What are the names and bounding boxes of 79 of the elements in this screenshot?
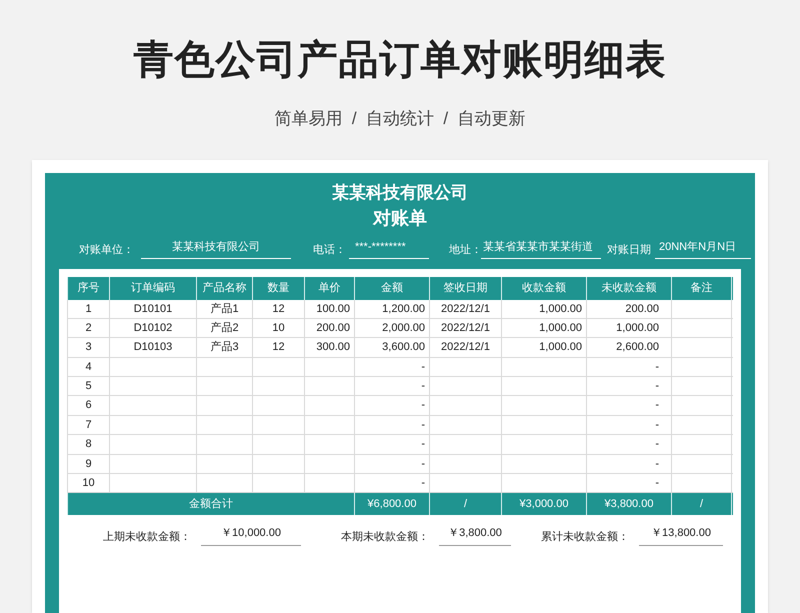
table-cell: 2022/12/1 [430, 318, 502, 338]
column-header: 订单编码 [110, 276, 197, 300]
field-label: 对账日期 [607, 243, 651, 258]
summary-value: ￥3,800.00 [439, 525, 511, 546]
summary-label: 累计未收款金额： [541, 530, 629, 546]
table-cell: 7 [68, 416, 110, 435]
table-cell: 2,600.00 [587, 338, 672, 358]
column-header: 数量 [253, 276, 305, 300]
table-cell: 产品1 [197, 300, 253, 318]
table-cell: 2 [68, 318, 110, 338]
table-cell: - [355, 396, 430, 416]
table-cell: 1,200.00 [355, 300, 430, 318]
table-cell: 3 [68, 338, 110, 358]
table-cell: 6 [68, 396, 110, 416]
field-value: 某某科技有限公司 [141, 239, 291, 258]
field-label: 对账单位： [78, 243, 135, 258]
table-cell: 12 [253, 338, 305, 358]
table-cell: D10103 [110, 338, 197, 358]
summary-value: ￥13,800.00 [639, 525, 723, 546]
column-header: 序号 [68, 276, 110, 300]
table-cell: 2022/12/1 [430, 300, 502, 318]
table-cell: - [587, 396, 672, 416]
table-cell: 3,600.00 [355, 338, 430, 358]
column-header: 金额 [355, 276, 430, 300]
table-cell: - [587, 454, 672, 474]
summary-value: ￥10,000.00 [201, 525, 301, 546]
total-cell: / [430, 493, 502, 516]
field-label: 电话： [313, 243, 347, 258]
table-cell: 300.00 [305, 338, 355, 358]
table-cell: - [587, 358, 672, 377]
table-cell: 10 [253, 318, 305, 338]
company-name: 某某科技有限公司 [332, 182, 468, 204]
table-cell: 产品2 [197, 318, 253, 338]
table-cell: - [355, 377, 430, 396]
table-cell: 1 [68, 300, 110, 318]
table-cell: 4 [68, 358, 110, 377]
table-cell: - [355, 435, 430, 454]
table-cell: 12 [253, 300, 305, 318]
field-value: 20NN年N月N日 [655, 239, 751, 258]
column-header: 单价 [305, 276, 355, 300]
field-value: 某某省某某市某某街道 [481, 239, 601, 258]
total-cell: ¥3,000.00 [502, 493, 587, 516]
table-cell: - [587, 435, 672, 454]
table-cell: - [355, 454, 430, 474]
field-value: ***-******** [349, 239, 429, 258]
column-header: 签收日期 [430, 276, 502, 300]
table-cell: 5 [68, 377, 110, 396]
table-cell: 100.00 [305, 300, 355, 318]
table-cell: - [355, 358, 430, 377]
table-cell: - [587, 377, 672, 396]
table-cell: 1,000.00 [502, 318, 587, 338]
table-cell: D10102 [110, 318, 197, 338]
table-cell: 200.00 [587, 300, 672, 318]
table-cell: 2022/12/1 [430, 338, 502, 358]
page-title: 青色公司产品订单对账明细表 [134, 37, 666, 84]
column-header: 未收款金额 [587, 276, 672, 300]
total-label: 金额合计 [68, 493, 355, 516]
table-cell: 9 [68, 454, 110, 474]
page-subtitle: 简单易用 / 自动统计 / 自动更新 [274, 108, 526, 130]
column-header: 产品名称 [197, 276, 253, 300]
total-cell: ¥6,800.00 [355, 493, 430, 516]
column-header: 备注 [672, 276, 732, 300]
table-cell: 2,000.00 [355, 318, 430, 338]
table-cell: 200.00 [305, 318, 355, 338]
summary-label: 上期未收款金额： [103, 530, 191, 546]
table-cell: - [587, 416, 672, 435]
total-cell: ¥3,800.00 [587, 493, 672, 516]
column-header: 收款金额 [502, 276, 587, 300]
table-cell: 1,000.00 [587, 318, 672, 338]
summary-label: 本期未收款金额： [341, 530, 429, 546]
table-cell: 8 [68, 435, 110, 454]
statement-heading: 对账单 [373, 206, 427, 230]
table-cell: 1,000.00 [502, 338, 587, 358]
table-cell: 产品3 [197, 338, 253, 358]
table-cell: - [355, 416, 430, 435]
table-cell: D10101 [110, 300, 197, 318]
total-cell: / [672, 493, 732, 516]
field-label: 地址： [449, 243, 481, 258]
table-cell: 1,000.00 [502, 300, 587, 318]
